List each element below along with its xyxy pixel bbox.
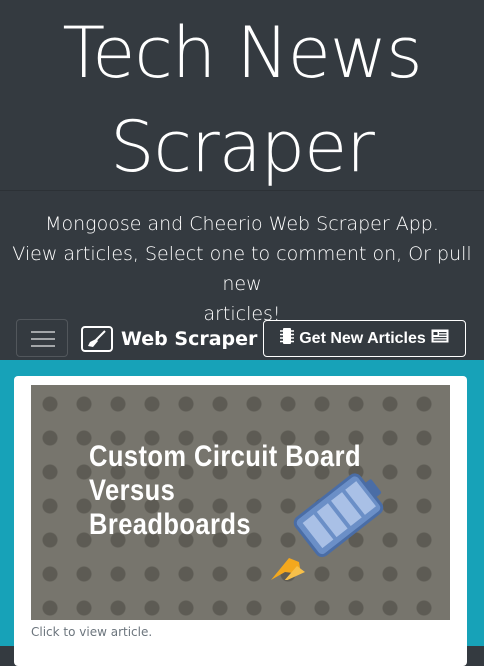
lead-line-2: View articles, Select one to comment on,… (12, 243, 472, 295)
jumbotron-header: Tech News Scraper (0, 0, 484, 190)
newspaper-icon (431, 329, 449, 348)
navbar-toggler-button[interactable] (16, 319, 68, 357)
article-card[interactable]: Custom Circuit Board Versus Breadboards … (14, 376, 467, 666)
hamburger-icon (31, 331, 55, 333)
lead-line-1: Mongoose and Cheerio Web Scraper App. (45, 213, 439, 235)
articles-section: Custom Circuit Board Versus Breadboards … (0, 360, 484, 666)
page-title: Tech News Scraper (0, 6, 484, 194)
get-new-articles-button[interactable]: Get New Articles (263, 320, 466, 357)
header-divider (0, 190, 484, 191)
hamburger-icon-bar (31, 338, 55, 340)
article-thumbnail[interactable]: Custom Circuit Board Versus Breadboards (31, 385, 450, 620)
navbar-brand[interactable]: Web Scraper (81, 324, 257, 354)
navbar: Web Scraper Get New Articles (0, 316, 484, 360)
card-caption: Click to view article. (31, 625, 153, 639)
get-new-articles-label: Get New Articles (299, 329, 426, 347)
battery-rocket-icon (271, 473, 384, 580)
brand-label: Web Scraper (121, 328, 258, 350)
lead-text: Mongoose and Cheerio Web Scraper App. Vi… (10, 209, 474, 329)
hamburger-icon-bar (31, 345, 55, 347)
page-title-line-1: Tech News (62, 12, 422, 94)
broom-icon (81, 326, 113, 352)
chip-icon (280, 327, 295, 350)
page-title-line-2: Scraper (110, 106, 375, 188)
thumbnail-title-line-1: Custom Circuit Board (89, 440, 362, 473)
